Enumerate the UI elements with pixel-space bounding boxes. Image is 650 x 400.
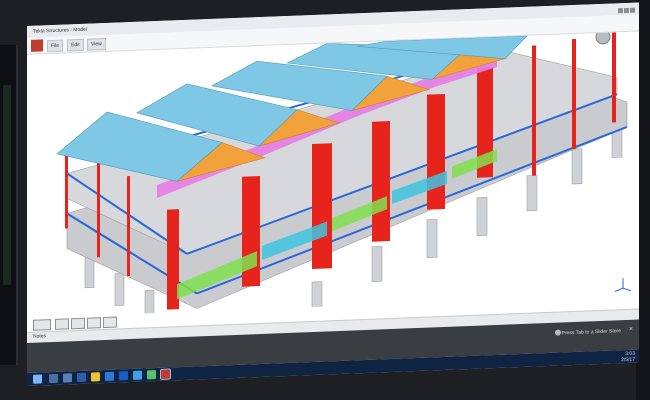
minimize-button[interactable] — [618, 8, 623, 14]
3d-model-viewport[interactable] — [27, 31, 639, 326]
ribbon-tab-view[interactable]: View — [87, 37, 106, 51]
search-icon[interactable] — [49, 373, 58, 384]
start-button-icon[interactable] — [33, 374, 42, 384]
ribbon-tab-file[interactable]: File — [47, 39, 64, 53]
info-icon — [555, 329, 561, 336]
adjacent-monitor — [0, 45, 18, 365]
application-window: Tekla Structures - Model File Edit View — [27, 2, 639, 387]
window-title: Tekla Structures - Model — [33, 26, 87, 35]
maximize-button[interactable] — [624, 7, 629, 14]
store-icon[interactable] — [105, 371, 114, 382]
view-tool-button[interactable] — [87, 317, 101, 329]
building-model-render — [56, 31, 632, 321]
app-icon[interactable] — [147, 370, 156, 380]
view-tool-button[interactable] — [103, 316, 117, 329]
outlook-icon[interactable] — [119, 371, 128, 381]
app-icon[interactable] — [133, 370, 142, 380]
view-tool-button[interactable] — [55, 318, 69, 330]
close-button[interactable] — [630, 7, 635, 13]
ribbon-tab-edit[interactable]: Edit — [67, 38, 84, 52]
window-controls — [617, 6, 635, 14]
navigation-cube-icon[interactable] — [595, 31, 611, 45]
adjacent-monitor-content — [3, 85, 11, 285]
file-explorer-icon[interactable] — [91, 372, 100, 382]
edge-browser-icon[interactable] — [77, 372, 86, 383]
close-icon[interactable]: × — [629, 326, 633, 333]
task-view-icon[interactable] — [63, 373, 72, 383]
app-logo-icon[interactable] — [31, 39, 43, 52]
status-label: Notes — [33, 333, 47, 340]
taskbar-clock: 3:03 2/5/17 — [621, 350, 635, 364]
axis-indicator-icon — [614, 278, 632, 292]
tekla-taskbar-icon[interactable] — [160, 368, 171, 380]
view-tool-button[interactable] — [71, 317, 85, 330]
view-tool-button[interactable] — [33, 319, 51, 331]
notification-text: Press Tab to a Slider Store — [561, 328, 621, 337]
